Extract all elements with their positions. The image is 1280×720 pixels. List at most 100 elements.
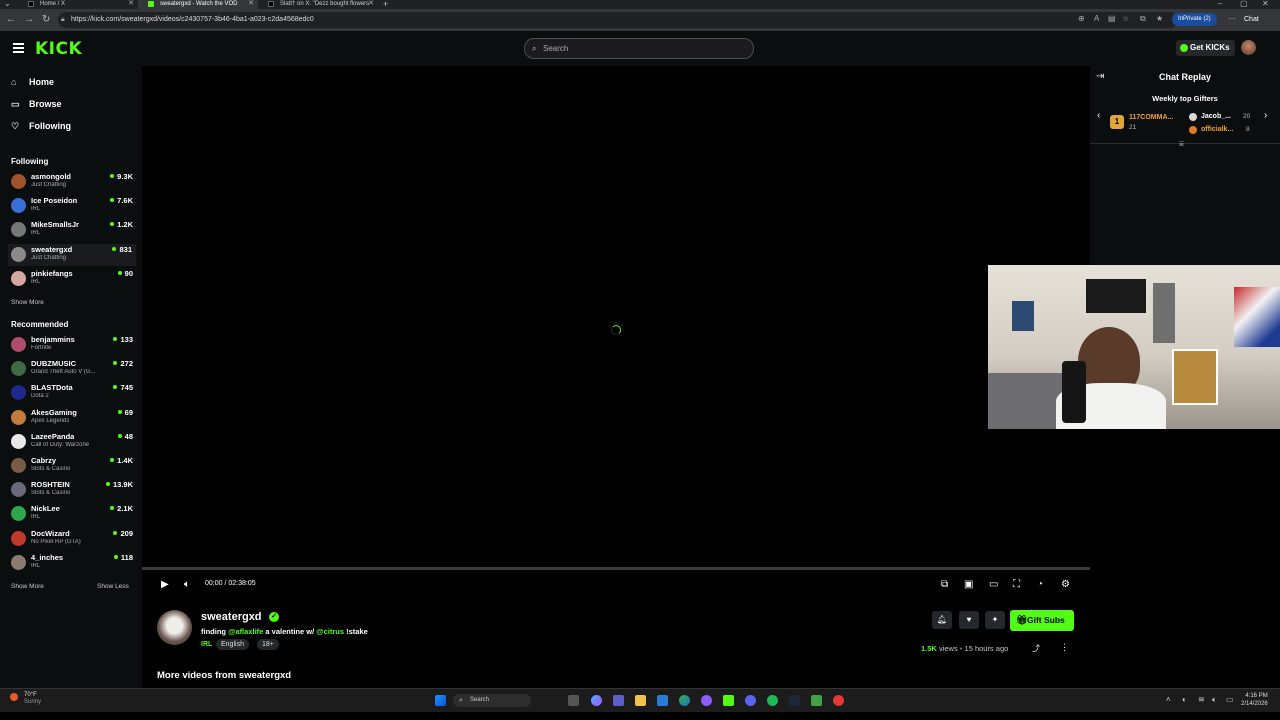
wifi-icon[interactable]: ≋	[1198, 695, 1205, 704]
mention-link[interactable]: @citrus	[316, 627, 344, 636]
recommended-channel[interactable]: 4_inches IRL 118	[11, 552, 133, 574]
start-icon[interactable]	[435, 695, 446, 706]
favorite-icon[interactable]: ☆	[1122, 14, 1129, 23]
gifter-avatar	[1189, 113, 1197, 121]
recommended-channel[interactable]: NickLee IRL 2.1K	[11, 503, 133, 525]
recommended-channel[interactable]: benjammins Fortnite 133	[11, 334, 133, 356]
refresh-icon[interactable]: ↻	[42, 14, 50, 25]
following-channel[interactable]: pinkiefangs IRL 90	[11, 268, 133, 290]
new-tab-icon[interactable]: +	[383, 0, 388, 9]
clip-icon[interactable]: ▣	[964, 579, 973, 590]
category-link[interactable]: IRL	[201, 641, 212, 648]
edge-icon[interactable]	[679, 695, 690, 706]
system-clock[interactable]: 4:16 PM 2/14/2026	[1241, 692, 1268, 708]
channel-name: NickLee	[31, 504, 60, 514]
url-field[interactable]: 🔒︎ https://kick.com/sweatergxd/videos/c2…	[58, 12, 1178, 28]
following-show-more[interactable]: Show More	[11, 299, 44, 306]
recommended-channel[interactable]: LazeePanda Call of Duty: Warzone 48	[11, 431, 133, 453]
recommended-channel[interactable]: BLASTDota Dota 2 745	[11, 382, 133, 404]
notification-bell-icon[interactable]: 🔔︎	[932, 611, 952, 629]
task-view-icon[interactable]	[568, 695, 579, 706]
app-icon[interactable]	[701, 695, 712, 706]
nav-browse[interactable]: ▭ Browse	[11, 99, 62, 109]
app-icon-red[interactable]	[833, 695, 844, 706]
browser-tab-2[interactable]: sweatergxd - Watch the VOD ✕	[138, 0, 258, 9]
store-icon[interactable]	[657, 695, 668, 706]
inprivate-badge[interactable]: InPrivate (2)	[1172, 13, 1217, 26]
discord-icon[interactable]	[745, 695, 756, 706]
reader-icon[interactable]: ▤	[1108, 14, 1116, 23]
tray-app-icon[interactable]: ◐	[1182, 695, 1187, 704]
back-icon[interactable]: ←	[6, 14, 16, 25]
tray-chevron-icon[interactable]: ˄	[1166, 695, 1171, 704]
tag-18plus[interactable]: 18+	[257, 639, 279, 650]
following-channel[interactable]: asmongold Just Chatting 9.3K	[11, 171, 133, 193]
menu-icon[interactable]	[13, 43, 24, 53]
following-channel[interactable]: sweatergxd Just Chatting 831	[8, 243, 136, 266]
settings-gear-icon[interactable]: ⚙	[1061, 579, 1070, 590]
favorites-bar-icon[interactable]: ★	[1156, 14, 1163, 23]
minimize-icon[interactable]: –	[1218, 0, 1222, 8]
following-channel[interactable]: Ice Poseidon IRL 7.6K	[11, 195, 133, 217]
follow-heart-icon[interactable]: ♥	[959, 611, 979, 629]
play-icon[interactable]: ▶	[161, 579, 169, 590]
gifters-next-icon[interactable]: ›	[1264, 110, 1267, 121]
volume-icon[interactable]: 🔈︎	[184, 579, 190, 590]
picture-in-picture-icon[interactable]: ⧉	[941, 579, 948, 590]
close-tab-icon[interactable]: ✕	[128, 0, 134, 8]
xbox-icon[interactable]	[811, 695, 822, 706]
maximize-icon[interactable]: ▢	[1240, 0, 1248, 8]
streamer-avatar[interactable]	[157, 610, 192, 645]
close-tab-icon[interactable]: ✕	[248, 0, 254, 8]
browser-tab-1[interactable]: Home / X ✕	[18, 0, 138, 9]
spotify-icon[interactable]	[767, 695, 778, 706]
taskbar-search[interactable]: ⌕ Search	[453, 694, 531, 707]
recommended-show-more[interactable]: Show More	[11, 583, 44, 590]
video-player[interactable]	[142, 66, 1090, 568]
file-explorer-icon[interactable]	[635, 695, 646, 706]
share-icon[interactable]: ⤴	[1032, 643, 1040, 654]
playback-speed-icon[interactable]: ◔	[1037, 579, 1043, 590]
chat-filter-icon[interactable]: ⩸	[1179, 139, 1184, 149]
sparkle-icon[interactable]: ✦	[985, 611, 1005, 629]
recommended-channel[interactable]: Cabrzy Slots & Casino 1.4K	[11, 455, 133, 477]
search-input[interactable]: ⌕ Search	[524, 38, 754, 59]
close-tab-icon[interactable]: ✕	[368, 0, 374, 8]
weather-widget[interactable]: 70°F Sunny	[10, 692, 41, 706]
recommended-channel[interactable]: DocWizard No Pixel RP (GTA) 209	[11, 528, 133, 550]
browser-tab-3[interactable]: Slatt† on X: "Dezz bought flowers ✕	[258, 0, 378, 9]
more-options-icon[interactable]: ⋮	[1060, 642, 1069, 653]
zoom-icon[interactable]: ⊕	[1078, 14, 1085, 23]
kick-app-icon[interactable]	[723, 695, 734, 706]
tab-actions-icon[interactable]: ⌄	[4, 0, 11, 8]
theater-mode-icon[interactable]: ▭	[989, 579, 998, 590]
copilot-icon[interactable]	[591, 695, 602, 706]
teams-icon[interactable]	[613, 695, 624, 706]
kick-logo[interactable]: KICK	[35, 39, 82, 59]
gift-subs-button[interactable]: 🎁︎ Gift Subs	[1010, 610, 1074, 631]
recommended-channel[interactable]: DUBZMUSIC Grand Theft Auto V (G... 272	[11, 358, 133, 380]
fullscreen-icon[interactable]: ⛶	[1013, 579, 1020, 590]
read-aloud-icon[interactable]: A	[1094, 14, 1099, 23]
get-kicks-button[interactable]: Get KICKs	[1176, 40, 1235, 56]
gifters-prev-icon[interactable]: ‹	[1097, 110, 1100, 121]
recommended-channel[interactable]: ROSHTEIN Slots & Casino 13.9K	[11, 479, 133, 501]
speaker-icon[interactable]: 🔈︎	[1212, 695, 1217, 705]
steam-icon[interactable]	[789, 695, 800, 706]
forward-icon[interactable]: →	[24, 14, 34, 25]
tag-english[interactable]: English	[216, 639, 249, 650]
following-channel[interactable]: MikeSmallsJr IRL 1.2K	[11, 219, 133, 241]
recommended-channel[interactable]: AkesGaming Apex Legends 69	[11, 407, 133, 429]
battery-icon[interactable]: ▭	[1226, 695, 1234, 704]
more-menu-icon[interactable]: ⋯	[1228, 14, 1236, 23]
recommended-show-less[interactable]: Show Less	[97, 583, 129, 590]
nav-following[interactable]: ♡ Following	[11, 121, 71, 131]
nav-home[interactable]: ⌂ Home	[11, 77, 54, 87]
more-videos-heading: More videos from sweatergxd	[157, 670, 292, 681]
copilot-chat-button[interactable]: Chat	[1244, 13, 1259, 26]
user-avatar[interactable]	[1241, 40, 1256, 55]
extensions-icon[interactable]: ⧉	[1140, 14, 1146, 24]
streamer-name[interactable]: sweatergxd	[201, 611, 262, 623]
close-window-icon[interactable]: ✕	[1262, 0, 1269, 8]
mention-link[interactable]: @aflaxlife	[228, 627, 263, 636]
